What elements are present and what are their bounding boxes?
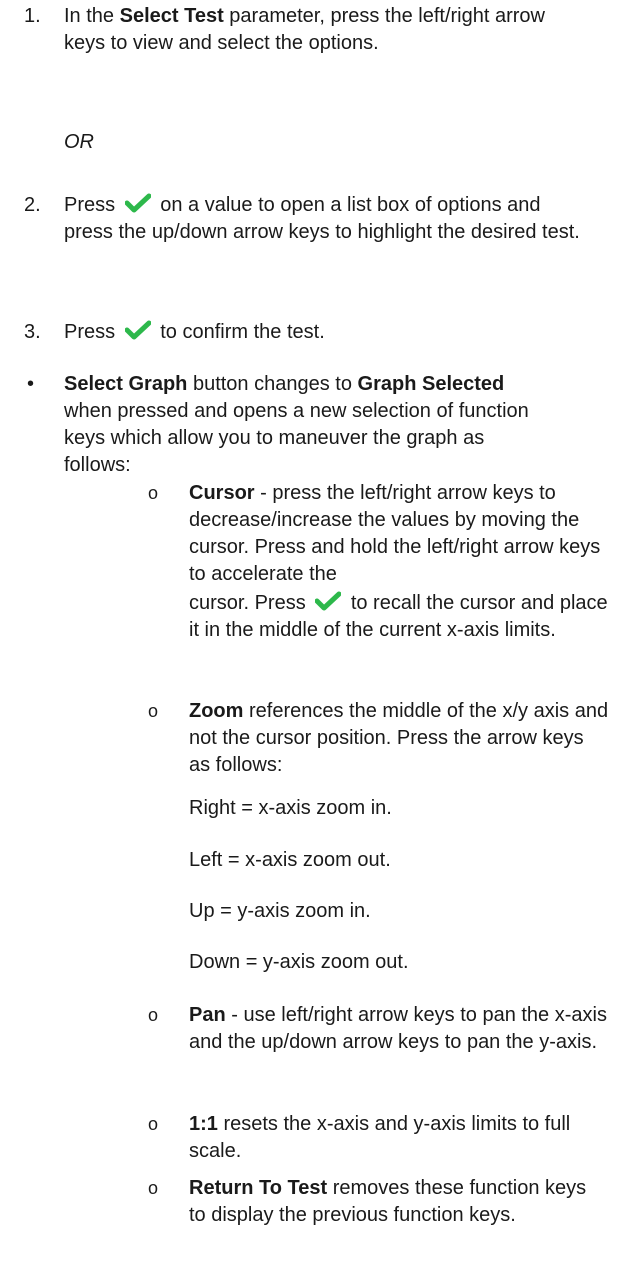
sub-bullet-symbol: o <box>148 1178 159 1198</box>
return-label: Return To Test <box>189 1177 328 1199</box>
step-text: Press to confirm the test. <box>64 319 609 346</box>
or-text: OR <box>64 129 609 156</box>
step-text: Press on a value to open a list box of o… <box>64 192 584 246</box>
sub-bullet-symbol: o <box>148 701 159 721</box>
zoom-desc: references the middle of the x/y axis an… <box>189 700 609 776</box>
step-text-pre: In the <box>64 5 120 27</box>
cursor-label: Cursor <box>189 482 255 504</box>
check-icon <box>315 591 342 611</box>
pan-text: Pan - use left/right arrow keys to pan t… <box>189 1002 609 1056</box>
sub-bullet-symbol: o <box>148 1114 159 1134</box>
step-text-bold: Select Test <box>119 5 224 27</box>
step-text-pre: Press <box>64 194 121 216</box>
cursor-desc-2a: cursor. Press <box>189 592 312 614</box>
return-text: Return To Test removes these function ke… <box>189 1175 599 1229</box>
zoom-line-down: Down = y-axis zoom out. <box>189 951 409 973</box>
or-label: OR <box>64 131 94 153</box>
step-number: 2. <box>24 194 41 216</box>
zoom-text: Zoom references the middle of the x/y ax… <box>189 698 609 779</box>
bullet-post: when pressed and opens a new selection o… <box>64 400 529 476</box>
sub-bullet-symbol: o <box>148 483 159 503</box>
one-to-one-text: 1:1 resets the x-axis and y-axis limits … <box>189 1111 609 1165</box>
sub-bullet-symbol: o <box>148 1005 159 1025</box>
step-text: In the Select Test parameter, press the … <box>64 3 584 57</box>
step-number: 3. <box>24 321 41 343</box>
pan-desc: - use left/right arrow keys to pan the x… <box>189 1004 607 1053</box>
bullet-mid: button changes to <box>187 373 358 395</box>
document-page: { "steps": [ {"num": "1.", "pre": "In th… <box>0 0 633 1285</box>
bullet-text: Select Graph button changes to Graph Sel… <box>64 371 544 479</box>
check-icon <box>124 320 151 340</box>
step-number: 1. <box>24 5 41 27</box>
zoom-line-up: Up = y-axis zoom in. <box>189 900 371 922</box>
cursor-text-1: Cursor - press the left/right arrow keys… <box>189 480 609 588</box>
zoom-line-right: Right = x-axis zoom in. <box>189 797 392 819</box>
pan-label: Pan <box>189 1004 226 1026</box>
step-text-pre: Press <box>64 321 121 343</box>
one-to-one-desc: resets the x-axis and y-axis limits to f… <box>189 1113 571 1162</box>
bullet-bold-2: Graph Selected <box>357 373 505 395</box>
one-to-one-label: 1:1 <box>189 1113 218 1135</box>
cursor-text-2: cursor. Press to recall the cursor and p… <box>189 590 609 644</box>
zoom-label: Zoom <box>189 700 244 722</box>
bullet-symbol: • <box>27 373 35 395</box>
zoom-line-left: Left = x-axis zoom out. <box>189 849 391 871</box>
step-text-post: to confirm the test. <box>154 321 325 343</box>
bullet-bold-1: Select Graph <box>64 373 188 395</box>
check-icon <box>124 193 151 213</box>
